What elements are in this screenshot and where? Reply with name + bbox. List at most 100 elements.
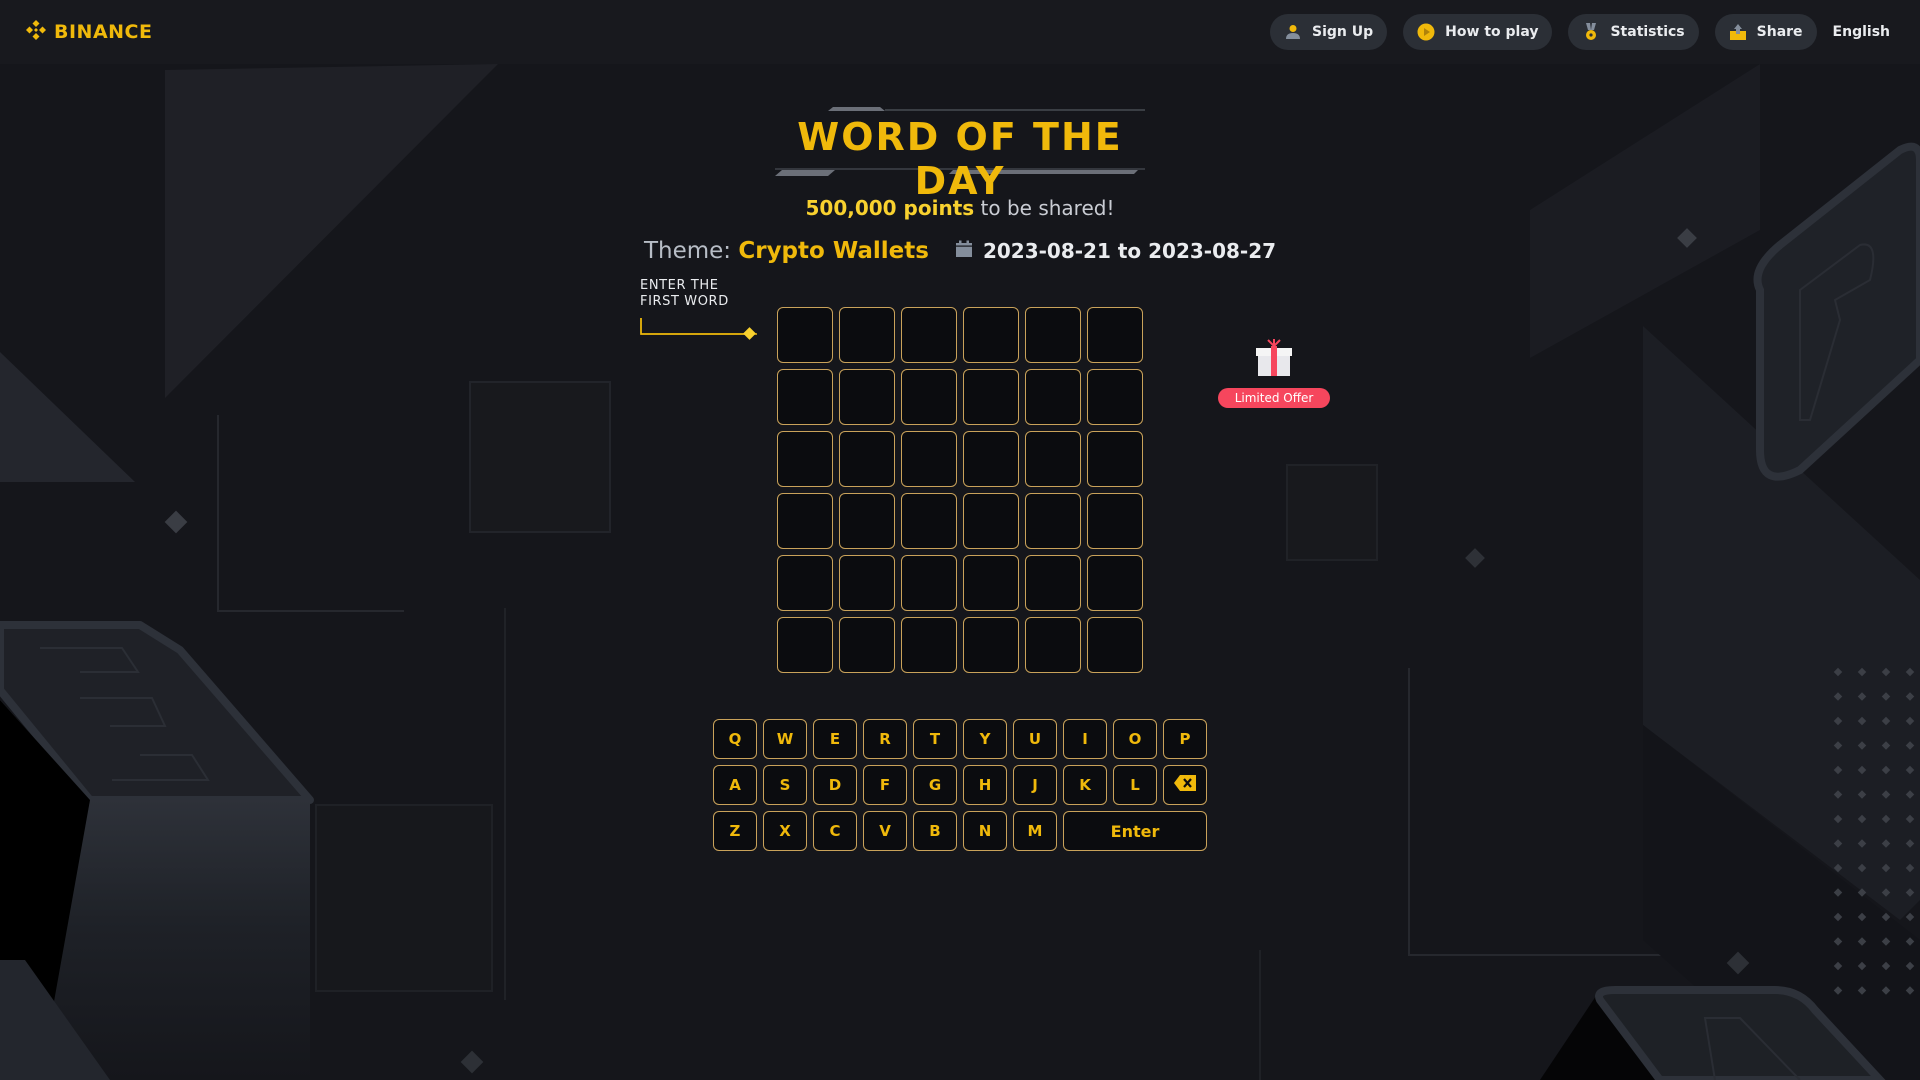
key-u[interactable]: U bbox=[1013, 719, 1057, 759]
sign-up-button[interactable]: Sign Up bbox=[1270, 14, 1388, 50]
language-selector[interactable]: English bbox=[1833, 24, 1896, 40]
key-t[interactable]: T bbox=[913, 719, 957, 759]
top-navbar: BINANCE Sign Up How to play Statistics S… bbox=[0, 0, 1920, 64]
grid-cell bbox=[839, 617, 895, 673]
key-p[interactable]: P bbox=[1163, 719, 1207, 759]
key-z[interactable]: Z bbox=[713, 811, 757, 851]
grid-cell bbox=[963, 555, 1019, 611]
key-e[interactable]: E bbox=[813, 719, 857, 759]
key-y[interactable]: Y bbox=[963, 719, 1007, 759]
key-o[interactable]: O bbox=[1113, 719, 1157, 759]
key-x[interactable]: X bbox=[763, 811, 807, 851]
pattern-dot bbox=[1857, 692, 1867, 701]
enter-key[interactable]: Enter bbox=[1063, 811, 1207, 851]
key-k[interactable]: K bbox=[1063, 765, 1107, 805]
grid-cell bbox=[963, 431, 1019, 487]
key-r[interactable]: R bbox=[863, 719, 907, 759]
guess-grid bbox=[777, 307, 1143, 673]
pattern-dot bbox=[1833, 961, 1843, 971]
pattern-dot bbox=[1905, 888, 1915, 897]
hint-line-1: ENTER THE bbox=[640, 278, 719, 293]
key-f[interactable]: F bbox=[863, 765, 907, 805]
how-to-play-button[interactable]: How to play bbox=[1403, 14, 1553, 50]
key-w[interactable]: W bbox=[763, 719, 807, 759]
key-q[interactable]: Q bbox=[713, 719, 757, 759]
key-n[interactable]: N bbox=[963, 811, 1007, 851]
key-d[interactable]: D bbox=[813, 765, 857, 805]
grid-cell bbox=[1025, 307, 1081, 363]
pattern-dot bbox=[1833, 814, 1843, 824]
key-c[interactable]: C bbox=[813, 811, 857, 851]
grid-cell bbox=[777, 493, 833, 549]
grid-cell bbox=[777, 369, 833, 425]
share-button[interactable]: Share bbox=[1714, 14, 1817, 50]
pattern-dot bbox=[1905, 839, 1915, 848]
keyboard-row: Z X C V B N M Enter bbox=[713, 811, 1207, 851]
statistics-label: Statistics bbox=[1610, 24, 1685, 40]
key-m[interactable]: M bbox=[1013, 811, 1057, 851]
pattern-dot bbox=[1857, 937, 1867, 946]
pattern-dot bbox=[1857, 814, 1867, 824]
pattern-dot bbox=[1857, 863, 1867, 873]
date-range-text: 2023-08-21 to 2023-08-27 bbox=[982, 239, 1277, 263]
pattern-dot bbox=[1905, 986, 1915, 995]
key-h[interactable]: H bbox=[963, 765, 1007, 805]
pattern-dot bbox=[1833, 790, 1843, 799]
pattern-dot bbox=[1833, 839, 1843, 848]
pattern-dot bbox=[1857, 888, 1867, 897]
theme-label: Theme: bbox=[643, 238, 732, 264]
limited-offer-badge: Limited Offer bbox=[1217, 388, 1331, 408]
grid-cell bbox=[1025, 555, 1081, 611]
grid-cell bbox=[963, 369, 1019, 425]
grid-cell bbox=[901, 617, 957, 673]
key-b[interactable]: B bbox=[913, 811, 957, 851]
gift-icon bbox=[1253, 338, 1295, 382]
pattern-dot bbox=[1881, 667, 1891, 677]
date-range: 2023-08-21 to 2023-08-27 bbox=[955, 239, 1276, 263]
pattern-dot bbox=[1905, 912, 1915, 922]
pattern-dot bbox=[1881, 888, 1891, 897]
key-v[interactable]: V bbox=[863, 811, 907, 851]
grid-cell bbox=[777, 617, 833, 673]
backspace-icon bbox=[1174, 775, 1196, 795]
grid-cell bbox=[1087, 431, 1143, 487]
prize-text: 500,000 points to be shared! bbox=[0, 196, 1920, 220]
grid-cell bbox=[901, 369, 957, 425]
key-i[interactable]: I bbox=[1063, 719, 1107, 759]
key-j[interactable]: J bbox=[1013, 765, 1057, 805]
logo-text: BINANCE bbox=[54, 21, 153, 43]
grid-cell bbox=[777, 431, 833, 487]
limited-offer-button[interactable]: Limited Offer bbox=[1217, 338, 1331, 408]
pattern-dot bbox=[1881, 765, 1891, 775]
key-a[interactable]: A bbox=[713, 765, 757, 805]
key-s[interactable]: S bbox=[763, 765, 807, 805]
grid-cell bbox=[839, 307, 895, 363]
pattern-dot bbox=[1857, 912, 1867, 922]
how-to-play-label: How to play bbox=[1445, 24, 1539, 40]
pattern-dot bbox=[1905, 863, 1915, 873]
pattern-dot bbox=[1881, 814, 1891, 824]
pattern-dot bbox=[1881, 839, 1891, 848]
grid-cell bbox=[901, 431, 957, 487]
key-l[interactable]: L bbox=[1113, 765, 1157, 805]
binance-logo[interactable]: BINANCE bbox=[24, 18, 152, 46]
keyboard-row: ASDFGHJKL bbox=[713, 765, 1207, 805]
pattern-dot bbox=[1833, 863, 1843, 873]
on-screen-keyboard: Q W E R T Y U I O P A S D F G H J K L Z X C V B N M Enter bbox=[713, 719, 1207, 851]
statistics-button[interactable]: Statistics bbox=[1568, 14, 1699, 50]
share-label: Share bbox=[1756, 24, 1803, 40]
keyboard-row: QWERTYUIOP bbox=[713, 719, 1207, 759]
grid-cell bbox=[1025, 493, 1081, 549]
pattern-dot bbox=[1833, 716, 1843, 726]
backspace-key[interactable] bbox=[1163, 765, 1207, 805]
key-g[interactable]: G bbox=[913, 765, 957, 805]
pattern-dot bbox=[1905, 741, 1915, 750]
grid-cell bbox=[1087, 307, 1143, 363]
pattern-dot bbox=[1833, 937, 1843, 946]
pattern-dot bbox=[1833, 667, 1843, 677]
pattern-dot bbox=[1881, 986, 1891, 995]
pattern-dot bbox=[1857, 667, 1867, 677]
hint-line-2: FIRST WORD bbox=[640, 294, 729, 309]
grid-cell bbox=[1087, 493, 1143, 549]
pattern-dot bbox=[1833, 741, 1843, 750]
